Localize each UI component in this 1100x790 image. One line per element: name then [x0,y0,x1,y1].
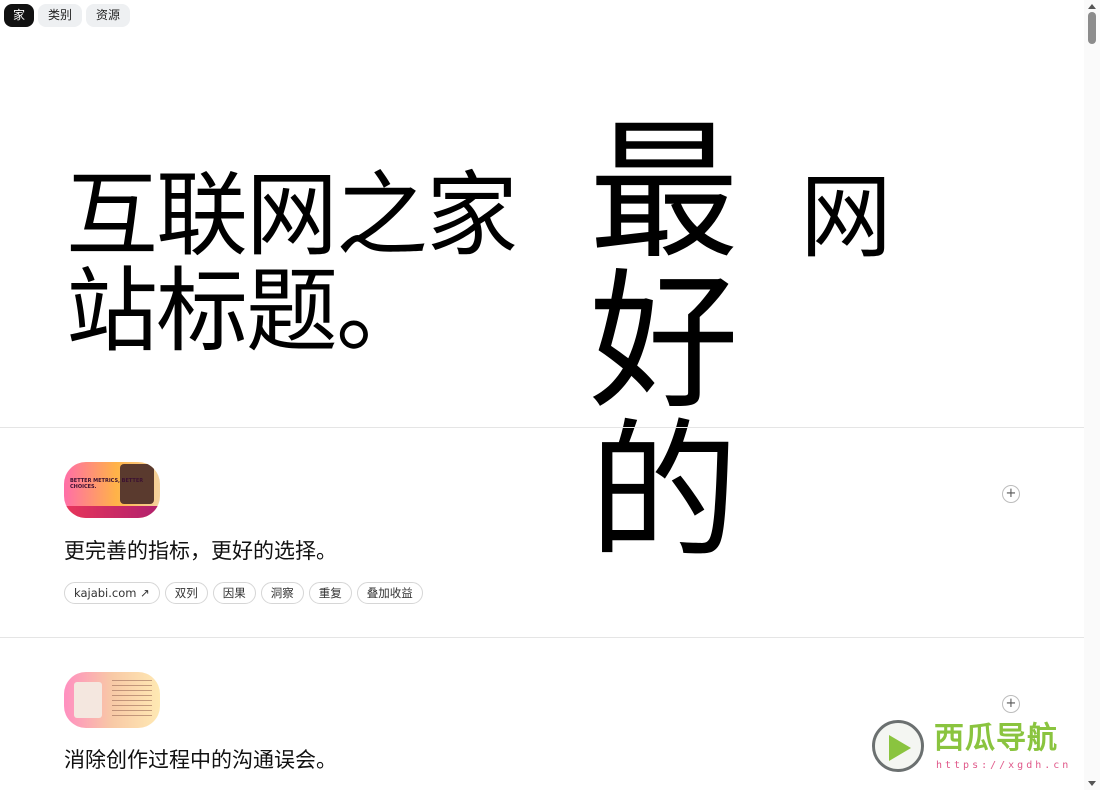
hero-big-char: 好 [588,256,739,430]
thumbnail-band [64,506,160,518]
row-tags: kajabi.com ↗ 双列 因果 洞察 重复 叠加收益 [64,582,423,604]
vertical-scrollbar[interactable] [1084,0,1100,790]
tag[interactable]: 因果 [212,582,256,604]
watermark-url: https://xgdh.cn [936,760,1072,771]
play-triangle-icon [889,735,911,761]
divider [0,427,1084,428]
hero-title-line2: 站标题。 [66,258,428,365]
nav-resources[interactable]: 资源 [86,4,131,27]
row-thumbnail[interactable]: BETTER METRICS, BETTER CHOICES. [64,462,160,518]
hero-big-char: 最 [588,106,739,280]
tag[interactable]: 叠加收益 [356,582,423,604]
scroll-up-icon[interactable] [1088,4,1096,9]
hero-title-line1: 互联网之家 [66,162,518,269]
thumbnail-lines [112,680,152,720]
hero-right-char: 网 [800,164,893,271]
hero-big-text: 最 好 的 [584,118,744,568]
nav-categories[interactable]: 类别 [38,4,83,27]
thumbnail-text: BETTER METRICS, BETTER CHOICES. [70,478,144,490]
watermark-name: 西瓜导航 [934,721,1058,756]
tag[interactable]: 重复 [308,582,352,604]
scrollbar-thumb[interactable] [1088,12,1096,44]
scroll-down-icon[interactable] [1088,781,1096,786]
row-thumbnail[interactable] [64,672,160,728]
hero-big-char: 的 [588,406,739,580]
expand-plus-icon[interactable]: + [1002,485,1020,503]
row-title[interactable]: 消除创作过程中的沟通误会。 [64,746,337,774]
divider [0,637,1084,638]
thumbnail-card [74,682,102,718]
tag-link[interactable]: kajabi.com ↗ [64,582,160,604]
hero-title: 互联网之家 站标题。 [66,168,586,360]
watermark-logo: 西瓜导航 https://xgdh.cn [872,718,1082,776]
tag[interactable]: 洞察 [260,582,304,604]
page: 家 类别 资源 互联网之家 站标题。 最 好 的 网 BETTER METRIC… [0,0,1100,790]
tag[interactable]: 双列 [164,582,208,604]
play-logo-icon [872,720,924,772]
top-nav: 家 类别 资源 [4,4,131,27]
expand-plus-icon[interactable]: + [1002,695,1020,713]
nav-home[interactable]: 家 [4,4,35,27]
row-title[interactable]: 更完善的指标，更好的选择。 [64,537,337,565]
